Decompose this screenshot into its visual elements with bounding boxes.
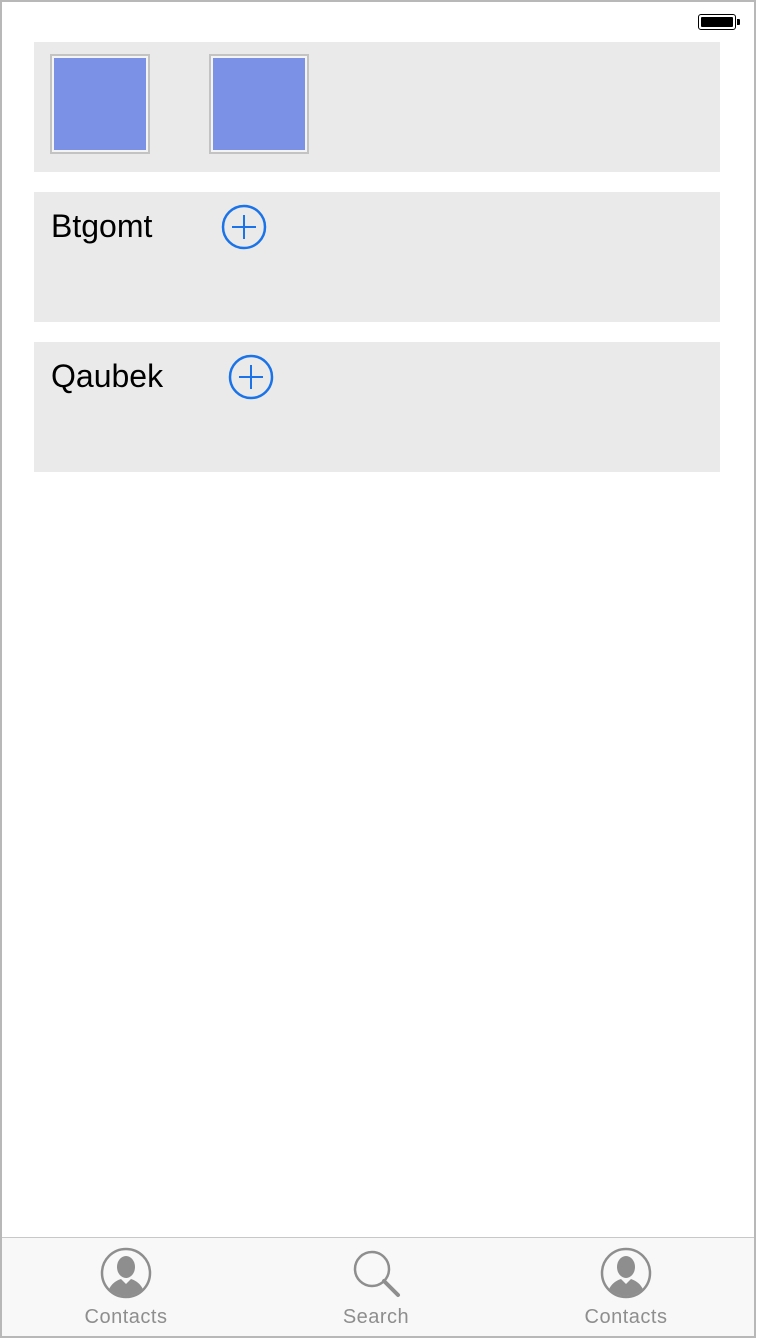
tab-search[interactable]: Search xyxy=(276,1238,476,1336)
list-item: Qaubek xyxy=(34,342,720,472)
add-circle-icon xyxy=(228,354,274,400)
add-circle-icon xyxy=(221,204,267,250)
status-bar xyxy=(2,2,754,42)
tab-contacts[interactable]: Contacts xyxy=(26,1238,226,1336)
image-thumbnail[interactable] xyxy=(50,54,150,154)
image-thumbnail[interactable] xyxy=(209,54,309,154)
image-placeholder xyxy=(213,58,305,150)
image-placeholder xyxy=(54,58,146,150)
image-row-panel xyxy=(34,42,720,172)
search-icon xyxy=(353,1250,400,1297)
tab-label: Contacts xyxy=(84,1306,168,1328)
tab-contacts-secondary[interactable]: Contacts xyxy=(526,1238,726,1336)
list-item-label: Qaubek xyxy=(51,358,164,394)
battery-icon xyxy=(698,14,740,30)
add-button[interactable] xyxy=(228,354,274,400)
tab-label: Contacts xyxy=(584,1306,668,1328)
list-item: Btgomt xyxy=(34,192,720,322)
add-button[interactable] xyxy=(221,204,267,250)
contact-icon xyxy=(600,1247,652,1299)
app-screen: Btgomt Qaubek Contacts Search Contacts xyxy=(0,0,756,1338)
tab-bar: Contacts Search Contacts xyxy=(2,1237,754,1336)
contact-icon xyxy=(100,1247,152,1299)
tab-label: Search xyxy=(342,1306,410,1328)
list-item-label: Btgomt xyxy=(51,208,153,244)
